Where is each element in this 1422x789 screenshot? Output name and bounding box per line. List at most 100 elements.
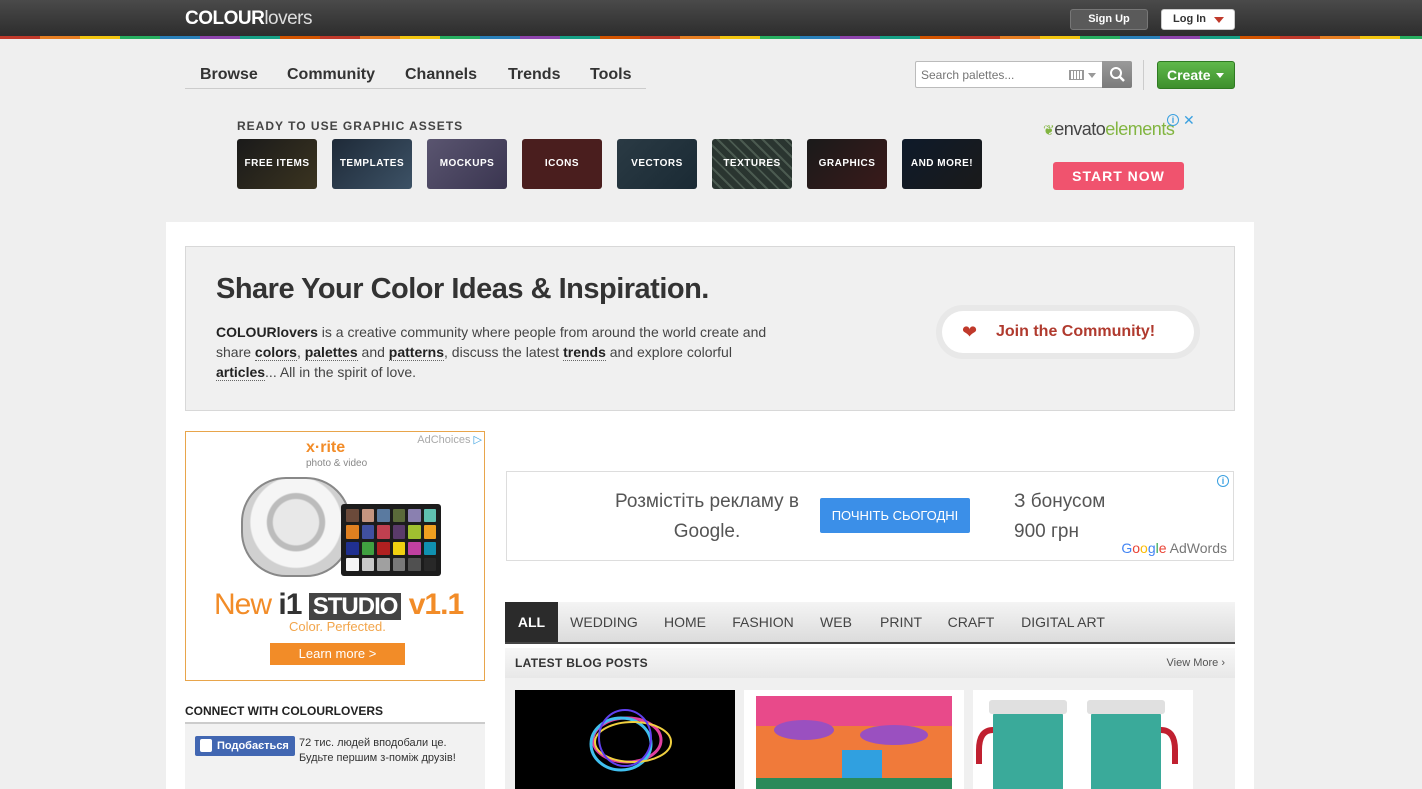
nav-trends[interactable]: Trends <box>508 66 560 84</box>
palettes-link[interactable]: palettes <box>304 344 358 361</box>
assets-ad-title: READY TO USE GRAPHIC ASSETS <box>237 119 464 133</box>
patterns-link[interactable]: patterns <box>388 344 445 361</box>
envato-logo[interactable]: ❦envatoelements <box>1043 119 1175 140</box>
trends-link[interactable]: trends <box>563 344 606 361</box>
nav-tools[interactable]: Tools <box>590 66 631 84</box>
hero-text: and explore colorful <box>605 344 732 360</box>
info-icon[interactable]: i <box>1167 114 1179 126</box>
ad-tile-and-more[interactable]: AND MORE! <box>902 139 982 189</box>
hero-text: ... All in the spirit of love. <box>265 364 417 380</box>
join-community-button[interactable]: ❤ Join the Community! <box>942 311 1194 353</box>
bonus-amount: 900 грн <box>1014 521 1079 542</box>
search-input[interactable] <box>921 66 1066 84</box>
ad-tile-icons[interactable]: ICONS <box>522 139 602 189</box>
google-ad-bonus: З бонусом 900 грн <box>1014 487 1105 547</box>
blog-post-thumbnail[interactable] <box>973 690 1193 789</box>
blog-post-thumbnail[interactable] <box>744 690 964 789</box>
barcode-icon[interactable] <box>1069 70 1084 80</box>
xrite-subtitle: photo & video <box>306 458 368 469</box>
search-icon <box>1110 67 1125 82</box>
tab-digital-art[interactable]: DIGITAL ART <box>1006 602 1120 642</box>
chevron-down-icon <box>1216 73 1224 78</box>
hero-heading: Share Your Color Ideas & Inspiration. <box>216 273 709 305</box>
blog-post-thumbnail[interactable] <box>515 690 735 789</box>
facebook-like-button[interactable]: Подобається <box>195 736 295 756</box>
blog-title: LATEST BLOG POSTS <box>515 656 648 670</box>
ad-tile-templates[interactable]: TEMPLATES <box>332 139 412 189</box>
category-tabs: ALL WEDDING HOME FASHION WEB PRINT CRAFT… <box>505 602 1235 644</box>
xrite-headline: New i1 STUDIO v1.1 <box>214 588 464 622</box>
start-now-button[interactable]: START NOW <box>1053 162 1184 190</box>
blog-header: LATEST BLOG POSTS View More › <box>505 648 1235 678</box>
ad-tile-mockups[interactable]: MOCKUPS <box>427 139 507 189</box>
tab-web[interactable]: WEB <box>806 602 866 642</box>
info-icon[interactable]: i <box>1217 475 1229 487</box>
colors-link[interactable]: colors <box>254 344 297 361</box>
google-ad-cta[interactable]: ПОЧНІТЬ СЬОГОДНІ <box>820 498 970 533</box>
tab-wedding[interactable]: WEDDING <box>558 602 650 642</box>
learn-more-button[interactable]: Learn more > <box>270 643 405 665</box>
join-label: Join the Community! <box>996 323 1156 340</box>
view-more-link[interactable]: View More › <box>1167 657 1225 669</box>
illustration-image <box>756 696 952 789</box>
tab-all[interactable]: ALL <box>505 602 558 642</box>
google-adwords-logo: Google AdWords <box>1121 540 1227 556</box>
google-ad[interactable]: i Розмістіть рекламу в Google. ПОЧНІТЬ С… <box>506 471 1234 561</box>
like-label: Подобається <box>217 740 289 752</box>
xrite-version: v1.1 <box>401 588 464 621</box>
adchoices-link[interactable]: AdChoices ▷ <box>417 433 482 446</box>
xrite-logo: x·rite <box>306 439 346 456</box>
main-nav: Browse Community Channels Trends Tools <box>185 58 646 89</box>
hero-text: , <box>296 344 305 360</box>
adchoices-icon: ▷ <box>473 434 482 446</box>
nav-channels[interactable]: Channels <box>405 66 477 84</box>
envato-logo-part2: elements <box>1105 119 1175 139</box>
envato-logo-part1: envato <box>1054 119 1106 139</box>
nav-community[interactable]: Community <box>287 66 375 84</box>
google-ad-text: Розмістіть рекламу в Google. <box>615 491 799 542</box>
brand-name: COLOURlovers <box>216 324 318 340</box>
bonus-text: З бонусом <box>1014 491 1106 512</box>
xrite-i1: i1 <box>278 588 302 621</box>
ad-tile-textures[interactable]: TEXTURES <box>712 139 792 189</box>
hero-text: , discuss the latest <box>444 344 564 360</box>
login-button[interactable]: Log In <box>1161 9 1235 30</box>
heart-icon: ❤ <box>962 322 978 342</box>
hero-description: COLOURlovers is a creative community whe… <box>216 322 776 382</box>
tab-print[interactable]: PRINT <box>866 602 936 642</box>
divider <box>1143 60 1144 90</box>
chevron-down-icon <box>1214 17 1224 23</box>
login-label: Log In <box>1173 13 1206 25</box>
facebook-like-text: 72 тис. людей вподобали це. Будьте перши… <box>299 737 456 764</box>
search-box <box>915 61 1132 88</box>
xrite-tagline: Color. Perfected. <box>289 619 386 634</box>
light-rings-image <box>589 709 672 772</box>
adwords-label: AdWords <box>1166 540 1227 556</box>
chevron-down-icon[interactable] <box>1088 73 1096 78</box>
cups-image <box>976 700 1178 789</box>
ad-tile-vectors[interactable]: VECTORS <box>617 139 697 189</box>
nav-browse[interactable]: Browse <box>200 66 258 84</box>
hero-text: and <box>357 344 389 360</box>
facebook-widget: Подобається 72 тис. людей вподобали це. … <box>185 724 485 789</box>
xrite-new: New <box>214 588 279 621</box>
tab-home[interactable]: HOME <box>650 602 720 642</box>
ad-tile-graphics[interactable]: GRAPHICS <box>807 139 887 189</box>
articles-link[interactable]: articles <box>216 364 266 381</box>
xrite-studio: STUDIO <box>308 593 402 620</box>
close-icon[interactable]: ✕ <box>1183 112 1195 129</box>
color-checker-image <box>341 504 441 576</box>
xrite-ad[interactable]: AdChoices ▷ x·rite photo & video New i1 … <box>185 431 485 681</box>
create-label: Create <box>1167 67 1211 83</box>
search-button[interactable] <box>1102 61 1132 88</box>
site-logo[interactable]: COLOURlovers <box>185 8 313 30</box>
create-button[interactable]: Create <box>1157 61 1235 89</box>
colorimeter-image <box>241 477 351 577</box>
ad-tile-free-items[interactable]: FREE ITEMS <box>237 139 317 189</box>
tab-craft[interactable]: CRAFT <box>936 602 1006 642</box>
tab-fashion[interactable]: FASHION <box>720 602 806 642</box>
adchoices-label: AdChoices <box>417 434 471 446</box>
rainbow-stripe <box>0 36 1422 39</box>
connect-title: CONNECT WITH COLOURLOVERS <box>185 704 383 718</box>
signup-button[interactable]: Sign Up <box>1070 9 1148 30</box>
